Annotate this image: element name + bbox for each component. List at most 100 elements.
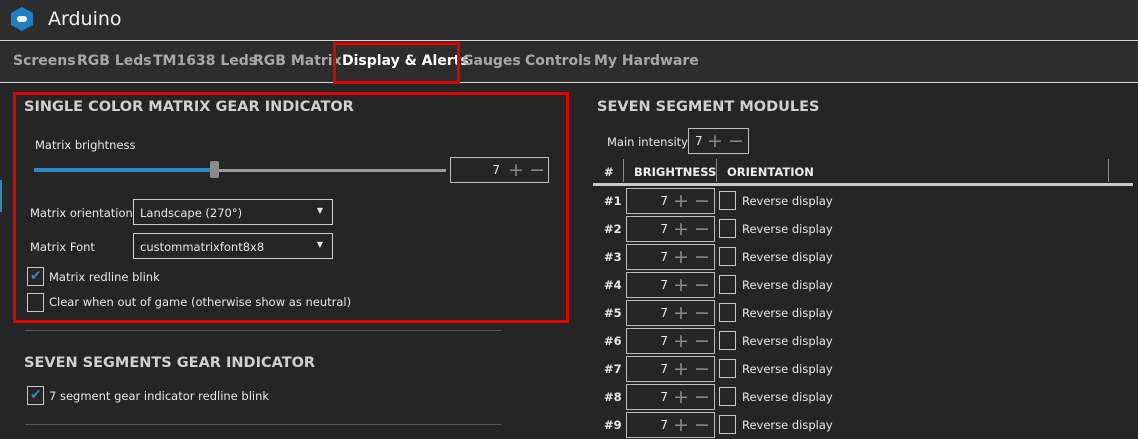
tab-controls[interactable]: Controls (525, 53, 591, 69)
reverse-display-checkbox[interactable] (719, 331, 736, 350)
slider-track[interactable] (214, 169, 446, 172)
scroll-indicator (0, 180, 2, 212)
brightness-stepper[interactable]: 7 + − (626, 272, 715, 298)
brightness-stepper[interactable]: 7 + − (450, 157, 549, 183)
main-intensity-stepper[interactable]: 7 + − (688, 128, 749, 154)
selected-value: Landscape (270°) (140, 206, 243, 220)
brightness-stepper[interactable]: 7 + − (626, 216, 715, 242)
value: 7 (660, 334, 668, 348)
value: 7 (660, 390, 668, 404)
plus-icon[interactable]: + (673, 358, 689, 380)
plus-icon[interactable]: + (673, 330, 689, 352)
plus-icon[interactable]: + (673, 274, 689, 296)
seven-redline-checkbox[interactable] (27, 386, 44, 405)
plus-icon[interactable]: + (673, 246, 689, 268)
table-row: #7 7 + − Reverse display (596, 355, 1136, 383)
column-divider (1108, 159, 1109, 182)
brightness-stepper[interactable]: 7 + − (626, 412, 715, 438)
value: 7 (695, 134, 703, 148)
reverse-display-checkbox[interactable] (719, 387, 736, 406)
reverse-display-label: Reverse display (742, 278, 833, 292)
table-row: #8 7 + − Reverse display (596, 383, 1136, 411)
tab-tm1638-leds[interactable]: TM1638 Leds (153, 53, 257, 69)
tab-screens[interactable]: Screens (13, 53, 76, 69)
reverse-display-label: Reverse display (742, 222, 833, 236)
divider (25, 424, 501, 425)
tab-gauges[interactable]: Gauges (462, 53, 521, 69)
brightness-stepper[interactable]: 7 + − (626, 244, 715, 270)
minus-icon[interactable]: − (694, 302, 710, 324)
reverse-display-label: Reverse display (742, 418, 833, 432)
value: 7 (660, 306, 668, 320)
table-row: #3 7 + − Reverse display (596, 243, 1136, 271)
minus-icon[interactable]: − (694, 190, 710, 212)
column-divider (623, 159, 624, 182)
minus-icon[interactable]: − (694, 358, 710, 380)
row-index: #6 (604, 334, 622, 348)
minus-icon[interactable]: − (694, 386, 710, 408)
divider (25, 330, 501, 331)
reverse-display-checkbox[interactable] (719, 359, 736, 378)
plus-icon[interactable]: + (673, 302, 689, 324)
minus-icon[interactable]: − (694, 414, 710, 436)
reverse-display-label: Reverse display (742, 250, 833, 264)
brightness-stepper[interactable]: 7 + − (626, 356, 715, 382)
gamepad-icon (11, 7, 33, 31)
value: 7 (660, 222, 668, 236)
minus-icon[interactable]: − (694, 218, 710, 240)
value: 7 (660, 250, 668, 264)
row-index: #8 (604, 390, 622, 404)
column-header-brightness: BRIGHTNESS (634, 165, 717, 179)
reverse-display-label: Reverse display (742, 306, 833, 320)
highlight-tab (333, 42, 460, 84)
brightness-label: Matrix brightness (35, 138, 136, 152)
tab-rgb-leds[interactable]: RGB Leds (77, 53, 152, 69)
reverse-display-label: Reverse display (742, 390, 833, 404)
table-row: #2 7 + − Reverse display (596, 215, 1136, 243)
minus-icon[interactable]: − (694, 330, 710, 352)
brightness-stepper[interactable]: 7 + − (626, 188, 715, 214)
plus-icon[interactable]: + (508, 159, 524, 181)
plus-icon[interactable]: + (673, 218, 689, 240)
orientation-select[interactable]: Landscape (270°) ▼ (133, 199, 333, 225)
tab-my-hardware[interactable]: My Hardware (594, 53, 699, 69)
brightness-stepper[interactable]: 7 + − (626, 384, 715, 410)
plus-icon[interactable]: + (707, 130, 723, 152)
section-title: SEVEN SEGMENTS GEAR INDICATOR (24, 355, 316, 371)
title-bar: Arduino (0, 0, 1138, 41)
tab-rgb-matrix[interactable]: RGB Matrix (253, 53, 342, 69)
column-header-orientation: ORIENTATION (727, 165, 814, 179)
row-index: #2 (604, 222, 622, 236)
reverse-display-checkbox[interactable] (719, 275, 736, 294)
reverse-display-checkbox[interactable] (719, 303, 736, 322)
redline-checkbox[interactable] (27, 267, 44, 286)
clear-checkbox[interactable] (27, 293, 44, 312)
minus-icon[interactable]: − (529, 159, 545, 181)
chevron-down-icon: ▼ (316, 240, 323, 249)
reverse-display-checkbox[interactable] (719, 191, 736, 210)
reverse-display-label: Reverse display (742, 194, 833, 208)
orientation-label: Matrix orientation (30, 206, 133, 220)
column-header-index: # (604, 165, 614, 179)
reverse-display-label: Reverse display (742, 362, 833, 376)
minus-icon[interactable]: − (728, 130, 744, 152)
reverse-display-checkbox[interactable] (719, 219, 736, 238)
slider-thumb[interactable] (210, 161, 219, 178)
brightness-stepper[interactable]: 7 + − (626, 328, 715, 354)
value: 7 (492, 163, 500, 177)
font-select[interactable]: custommatrixfont8x8 ▼ (133, 233, 333, 259)
minus-icon[interactable]: − (694, 246, 710, 268)
plus-icon[interactable]: + (673, 414, 689, 436)
row-index: #5 (604, 306, 622, 320)
row-index: #7 (604, 362, 622, 376)
row-index: #3 (604, 250, 622, 264)
brightness-stepper[interactable]: 7 + − (626, 300, 715, 326)
reverse-display-checkbox[interactable] (719, 247, 736, 266)
minus-icon[interactable]: − (694, 274, 710, 296)
reverse-display-checkbox[interactable] (719, 415, 736, 434)
tab-bar: Screens RGB Leds TM1638 Leds RGB Matrix … (0, 42, 1138, 83)
header-divider (593, 183, 1133, 186)
plus-icon[interactable]: + (673, 190, 689, 212)
plus-icon[interactable]: + (673, 386, 689, 408)
chevron-down-icon: ▼ (316, 206, 323, 215)
